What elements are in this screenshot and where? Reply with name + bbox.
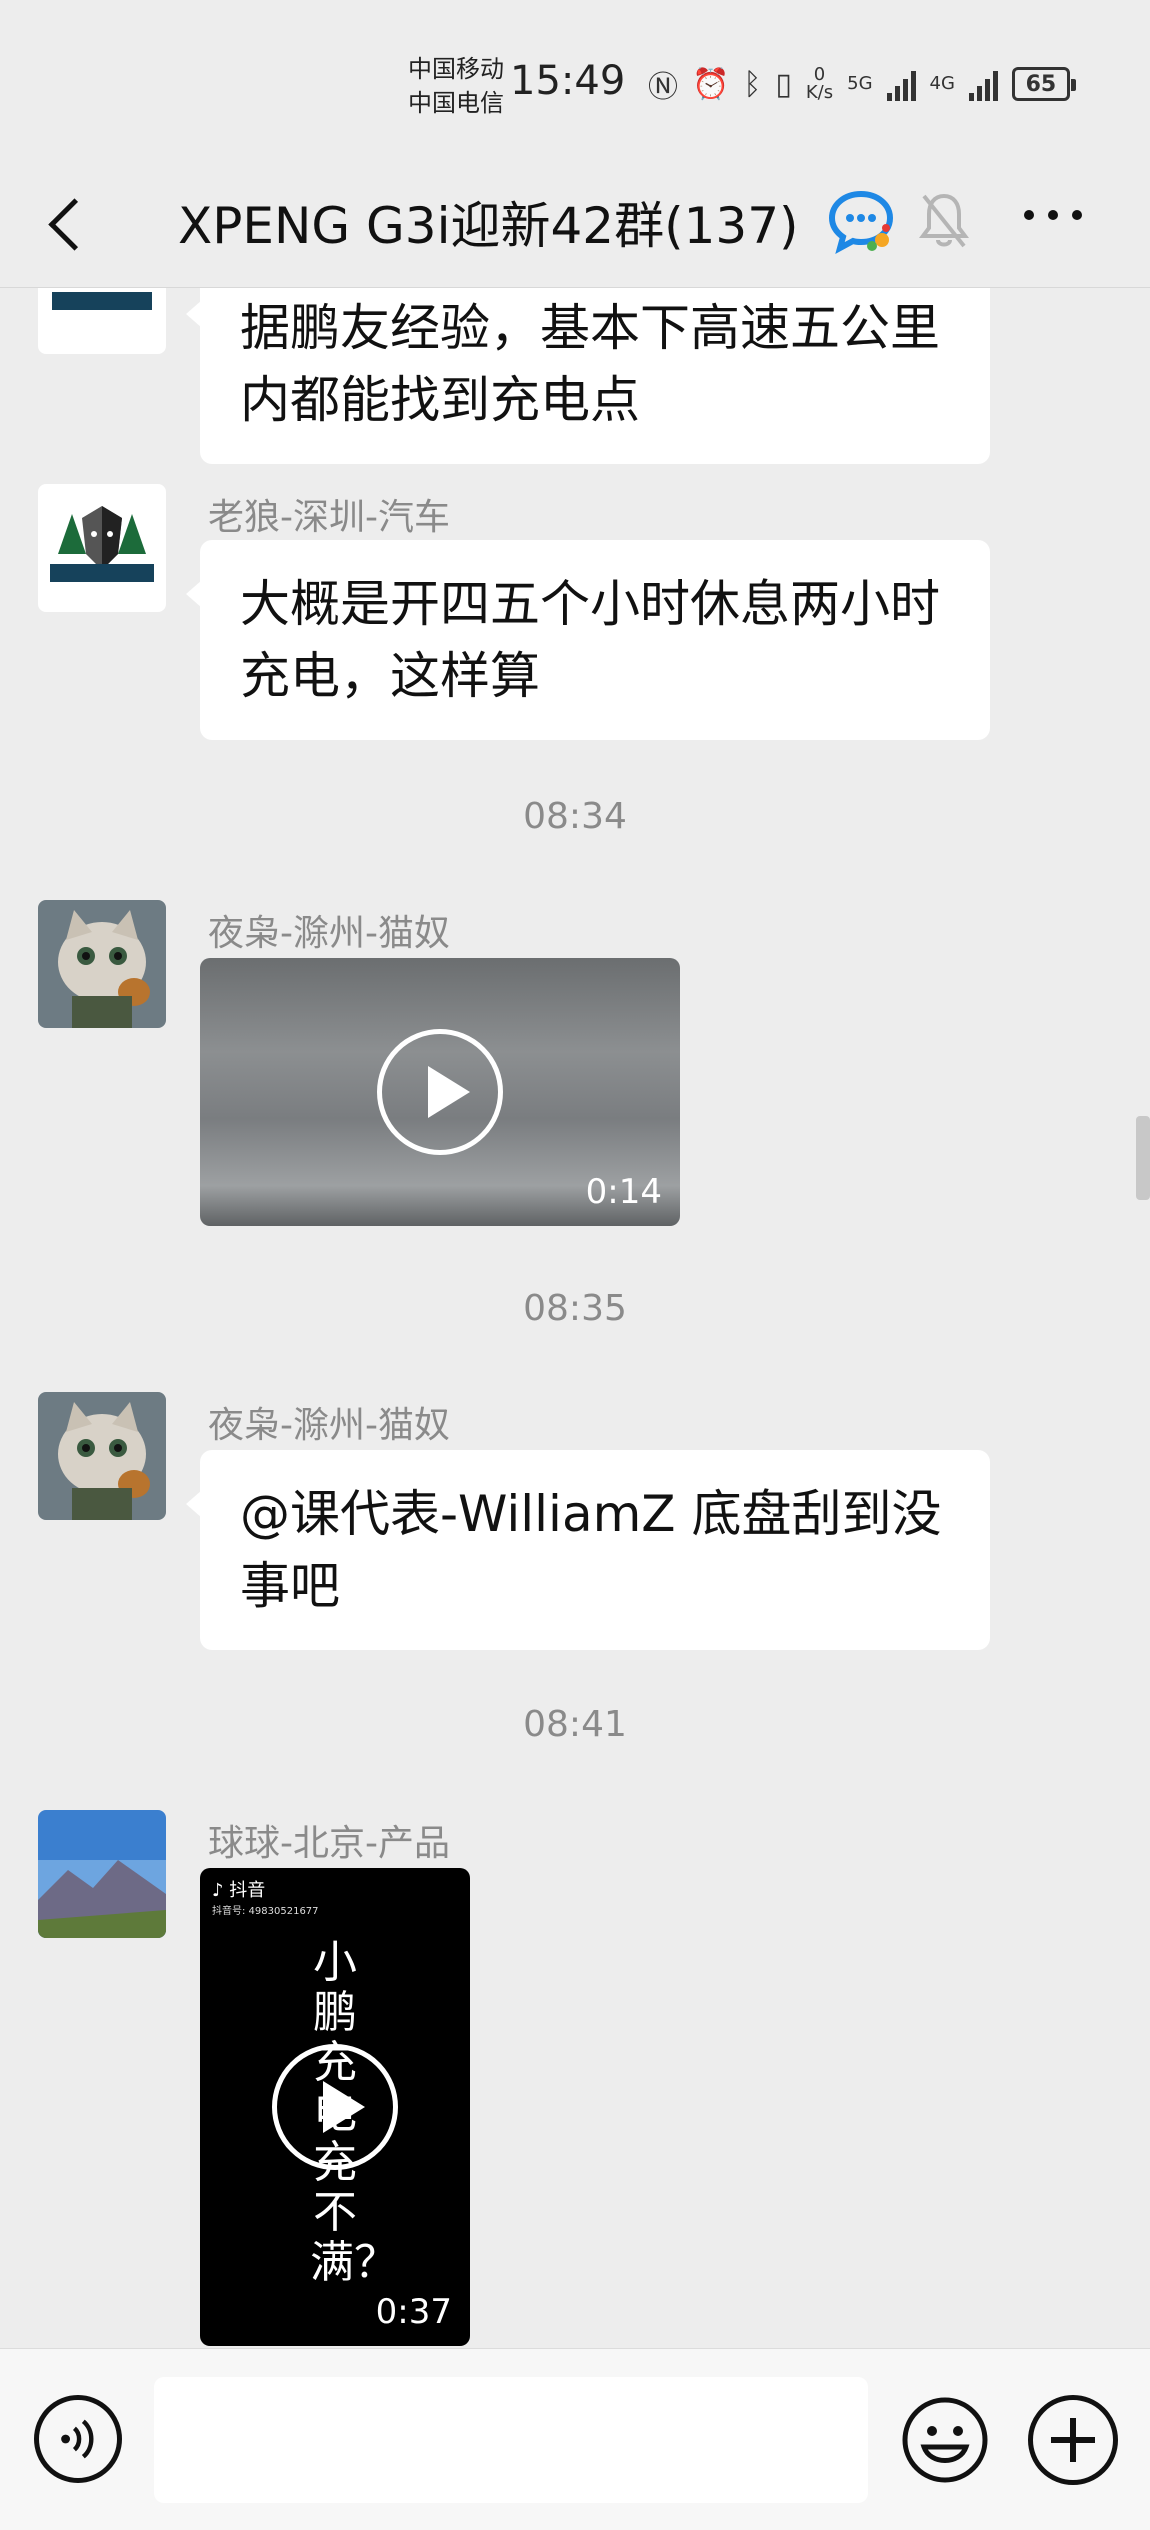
avatar[interactable] — [38, 484, 166, 612]
net-type-1: 5G — [847, 73, 873, 94]
video-duration: 0:14 — [585, 1172, 662, 1212]
play-icon[interactable] — [272, 2044, 398, 2170]
avatar[interactable] — [38, 900, 166, 1028]
sender-name: 球球-北京-产品 — [208, 1823, 450, 1864]
video-account-id: 抖音号: 49830521677 — [212, 1906, 319, 1917]
scrollbar[interactable] — [1136, 1116, 1150, 1200]
play-icon[interactable] — [377, 1029, 503, 1155]
video-app-name: 抖音 — [229, 1880, 266, 1901]
video-duration: 0:37 — [375, 2292, 452, 2332]
vibrate-icon: ▯ — [775, 66, 792, 102]
status-bar: 中国移动 中国电信 15:49 Ⓝ ⏰ ᛒ ▯ 0 K/s 5G 4G 65 — [0, 0, 1150, 160]
sender-name: 夜枭-滁州-猫奴 — [208, 913, 450, 954]
clock: 15:49 — [510, 58, 626, 104]
bluetooth-icon: ᛒ — [743, 66, 762, 102]
net-type-2: 4G — [929, 73, 955, 94]
alarm-icon: ⏰ — [692, 66, 730, 102]
timestamp: 08:35 — [523, 1288, 627, 1329]
sender-name: 夜枭-滁州-猫奴 — [208, 1405, 450, 1446]
timestamp: 08:34 — [523, 796, 627, 837]
speed-unit: K/s — [805, 82, 834, 103]
signal-icon-1 — [886, 67, 916, 101]
more-icon[interactable] — [1024, 210, 1082, 220]
signal-icon-2 — [968, 67, 998, 101]
sender-name: 老狼-深圳-汽车 — [208, 497, 450, 538]
tencent-meeting-icon[interactable] — [826, 186, 896, 256]
voice-icon[interactable] — [34, 2395, 122, 2483]
status-icons: Ⓝ ⏰ ᛒ ▯ 0 K/s 5G 4G 65 — [648, 62, 1076, 106]
plus-icon[interactable] — [1028, 2395, 1118, 2485]
video-message[interactable]: ♪ 抖音 抖音号: 49830521677 小鹏充电充不满？ 0:37 — [200, 1868, 470, 2346]
battery-icon: 65 — [1011, 67, 1076, 101]
chat-title: XPENG G3i迎新42群(137) — [178, 197, 799, 255]
carrier-1: 中国移动 — [408, 55, 504, 83]
message-bubble[interactable]: @课代表-WilliamZ 底盘刮到没事吧 — [186, 1450, 990, 1650]
carrier-labels: 中国移动 中国电信 — [408, 52, 504, 120]
back-arrow-icon[interactable] — [44, 188, 104, 258]
carrier-2: 中国电信 — [408, 89, 504, 117]
video-message[interactable]: 0:14 — [200, 958, 680, 1226]
douyin-logo: ♪ 抖音 — [212, 1880, 266, 1901]
chat-messages[interactable]: 据鹏友经验，基本下高速五公里内都能找到充电点 老狼-深圳-汽车 大概是开四五个小… — [0, 288, 1150, 2348]
network-speed: 0 K/s — [806, 66, 833, 102]
bell-mute-icon[interactable] — [918, 188, 970, 254]
nfc-icon: Ⓝ — [648, 70, 678, 105]
battery-level: 65 — [1025, 71, 1057, 97]
avatar[interactable] — [38, 288, 166, 354]
message-bubble[interactable]: 大概是开四五个小时休息两小时充电，这样算 — [186, 540, 990, 740]
avatar[interactable] — [38, 1392, 166, 1520]
message-bubble[interactable]: 据鹏友经验，基本下高速五公里内都能找到充电点 — [186, 288, 990, 464]
message-input[interactable] — [154, 2377, 868, 2503]
emoji-icon[interactable] — [900, 2395, 990, 2485]
chat-header: XPENG G3i迎新42群(137) — [0, 160, 1150, 288]
timestamp: 08:41 — [523, 1704, 627, 1745]
input-toolbar — [0, 2348, 1150, 2530]
avatar[interactable] — [38, 1810, 166, 1938]
